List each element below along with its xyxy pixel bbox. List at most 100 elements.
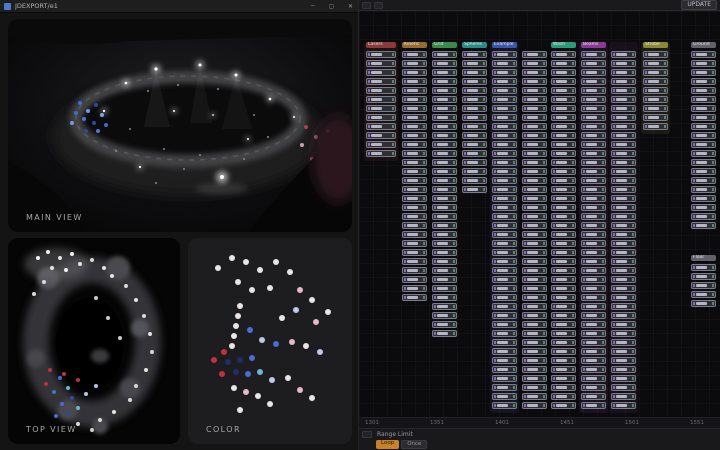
node-input-connector[interactable]	[464, 143, 466, 146]
node-input-connector[interactable]	[553, 98, 555, 101]
node-output-connector[interactable]	[513, 269, 515, 272]
graph-node[interactable]	[432, 69, 457, 76]
node-output-connector[interactable]	[602, 395, 604, 398]
node-output-connector[interactable]	[572, 53, 574, 56]
node-input-connector[interactable]	[434, 98, 436, 101]
graph-node[interactable]	[492, 195, 517, 202]
node-output-connector[interactable]	[602, 242, 604, 245]
node-input-connector[interactable]	[613, 314, 615, 317]
graph-node[interactable]	[551, 240, 576, 247]
node-input-connector[interactable]	[583, 242, 585, 245]
node-output-connector[interactable]	[632, 89, 634, 92]
graph-node[interactable]	[611, 60, 636, 67]
graph-node[interactable]	[522, 366, 547, 373]
node-output-connector[interactable]	[664, 80, 666, 83]
node-output-connector[interactable]	[453, 206, 455, 209]
graph-node[interactable]	[492, 141, 517, 148]
graph-node[interactable]	[611, 204, 636, 211]
node-output-connector[interactable]	[712, 107, 714, 110]
node-input-connector[interactable]	[613, 107, 615, 110]
graph-node[interactable]	[581, 267, 606, 274]
node-input-connector[interactable]	[553, 359, 555, 362]
graph-node[interactable]	[611, 78, 636, 85]
node-output-connector[interactable]	[453, 125, 455, 128]
graph-node[interactable]	[551, 375, 576, 382]
node-input-connector[interactable]	[693, 80, 695, 83]
node-input-connector[interactable]	[583, 287, 585, 290]
node-output-connector[interactable]	[712, 266, 714, 269]
graph-node[interactable]	[581, 168, 606, 175]
node-output-connector[interactable]	[453, 242, 455, 245]
node-input-connector[interactable]	[613, 404, 615, 407]
graph-node[interactable]	[492, 312, 517, 319]
node-output-connector[interactable]	[453, 260, 455, 263]
graph-node[interactable]	[581, 204, 606, 211]
node-output-connector[interactable]	[632, 269, 634, 272]
node-output-connector[interactable]	[513, 404, 515, 407]
node-output-connector[interactable]	[602, 80, 604, 83]
node-output-connector[interactable]	[543, 287, 545, 290]
graph-node[interactable]	[611, 195, 636, 202]
graph-node[interactable]	[462, 78, 487, 85]
node-output-connector[interactable]	[513, 53, 515, 56]
node-output-connector[interactable]	[712, 284, 714, 287]
graph-node[interactable]	[611, 114, 636, 121]
node-output-connector[interactable]	[423, 269, 425, 272]
graph-node[interactable]	[492, 348, 517, 355]
node-input-connector[interactable]	[583, 152, 585, 155]
graph-node[interactable]	[581, 132, 606, 139]
node-output-connector[interactable]	[712, 293, 714, 296]
graph-node[interactable]	[432, 276, 457, 283]
node-output-connector[interactable]	[513, 134, 515, 137]
node-output-connector[interactable]	[632, 359, 634, 362]
node-input-connector[interactable]	[583, 395, 585, 398]
node-input-connector[interactable]	[583, 341, 585, 344]
graph-node[interactable]	[551, 60, 576, 67]
node-input-connector[interactable]	[464, 107, 466, 110]
node-output-connector[interactable]	[572, 89, 574, 92]
node-input-connector[interactable]	[613, 278, 615, 281]
node-output-connector[interactable]	[543, 377, 545, 380]
node-output-connector[interactable]	[513, 170, 515, 173]
node-input-connector[interactable]	[553, 395, 555, 398]
node-output-connector[interactable]	[423, 188, 425, 191]
graph-node[interactable]	[402, 78, 427, 85]
graph-node[interactable]	[366, 105, 396, 112]
node-input-connector[interactable]	[524, 53, 526, 56]
graph-node[interactable]	[551, 303, 576, 310]
node-output-connector[interactable]	[632, 188, 634, 191]
node-input-connector[interactable]	[553, 62, 555, 65]
graph-node[interactable]	[492, 231, 517, 238]
graph-node[interactable]	[402, 276, 427, 283]
graph-node[interactable]	[432, 60, 457, 67]
node-output-connector[interactable]	[543, 260, 545, 263]
node-output-connector[interactable]	[513, 224, 515, 227]
node-output-connector[interactable]	[483, 116, 485, 119]
graph-node[interactable]	[611, 123, 636, 130]
node-input-connector[interactable]	[494, 53, 496, 56]
window-titlebar[interactable]: JDEXPORT/e1 ─ ▢ ✕	[0, 0, 358, 13]
graph-node[interactable]	[581, 402, 606, 409]
graph-node[interactable]	[402, 213, 427, 220]
graph-node[interactable]	[402, 87, 427, 94]
graph-node[interactable]	[581, 222, 606, 229]
node-output-connector[interactable]	[632, 71, 634, 74]
node-input-connector[interactable]	[434, 107, 436, 110]
graph-node[interactable]	[643, 114, 668, 121]
graph-node[interactable]	[402, 123, 427, 130]
node-input-connector[interactable]	[645, 62, 647, 65]
graph-node[interactable]	[551, 357, 576, 364]
node-output-connector[interactable]	[602, 62, 604, 65]
graph-node[interactable]	[522, 168, 547, 175]
node-input-connector[interactable]	[613, 134, 615, 137]
node-output-connector[interactable]	[632, 143, 634, 146]
node-input-connector[interactable]	[494, 332, 496, 335]
graph-node[interactable]	[432, 213, 457, 220]
node-output-connector[interactable]	[602, 296, 604, 299]
graph-node[interactable]	[522, 276, 547, 283]
graph-node[interactable]	[581, 285, 606, 292]
node-output-connector[interactable]	[423, 287, 425, 290]
graph-node[interactable]	[551, 78, 576, 85]
node-input-connector[interactable]	[434, 242, 436, 245]
node-input-connector[interactable]	[693, 206, 695, 209]
